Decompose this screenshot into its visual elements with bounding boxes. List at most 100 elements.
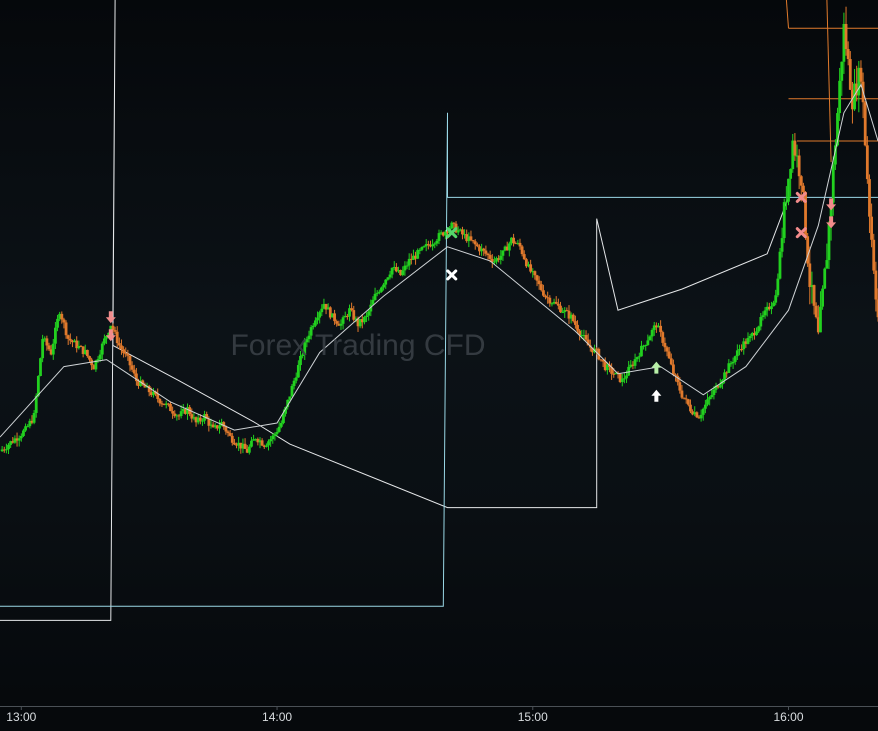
candle-body: [179, 411, 183, 417]
candle-body: [787, 178, 790, 202]
candle-body: [224, 426, 228, 432]
candle-body: [62, 319, 66, 323]
candle-body: [475, 244, 479, 247]
candle-body: [625, 375, 628, 379]
candle-body: [7, 444, 10, 450]
candle-body: [45, 338, 49, 346]
candle-body: [486, 253, 490, 256]
candle-body: [260, 440, 264, 446]
candle-body: [60, 313, 64, 320]
candle-body: [859, 67, 863, 82]
candle-body: [712, 389, 716, 396]
candle-body: [171, 411, 175, 414]
candle-body: [640, 345, 643, 357]
candle-body: [844, 23, 848, 49]
candle-body: [388, 274, 392, 278]
candle-body: [26, 426, 30, 428]
moving-average-line: [0, 83, 878, 438]
candle-body: [32, 412, 36, 423]
candle-body: [452, 222, 456, 224]
candle-body: [493, 261, 496, 263]
candle-body: [665, 347, 669, 352]
candlesticks: [0, 6, 878, 455]
candle-body: [484, 250, 488, 254]
candle-body: [198, 417, 202, 421]
candle-body: [22, 430, 25, 436]
moving-average: [0, 83, 878, 438]
candle-body: [821, 288, 824, 307]
candle-body: [290, 386, 294, 397]
candle-body: [793, 140, 797, 156]
candle-body: [158, 398, 162, 404]
candle-body: [19, 435, 23, 439]
channel-lines: [0, 0, 878, 621]
candle-body: [113, 330, 117, 332]
candle-body: [169, 404, 172, 412]
time-tick-label: 13:00: [6, 710, 36, 724]
candle-body: [273, 433, 277, 436]
candle-body: [103, 338, 106, 344]
candle-body: [437, 233, 441, 241]
candle-body: [755, 331, 758, 336]
candle-body: [350, 308, 354, 311]
candle-body: [761, 315, 765, 318]
candle-body: [667, 351, 671, 359]
candle-body: [456, 230, 460, 233]
candle-body: [635, 357, 639, 360]
candle-body: [271, 435, 275, 440]
candle-body: [128, 355, 132, 366]
candle-body: [247, 446, 251, 453]
candle-body: [51, 343, 55, 355]
candle-body: [501, 250, 505, 256]
candle-body: [789, 169, 793, 179]
candle-body: [848, 59, 852, 90]
candle-body: [708, 397, 712, 400]
close-x-icon: [446, 269, 458, 281]
candle-body: [644, 344, 648, 346]
time-axis-background: [0, 706, 878, 731]
candle-body: [776, 278, 780, 296]
candle-body: [156, 394, 160, 399]
channel-line-orange: [785, 0, 789, 29]
candle-body: [431, 244, 435, 247]
candle-body: [865, 145, 869, 180]
candle-body: [533, 271, 537, 276]
candle-body: [282, 413, 285, 424]
candle-body: [41, 339, 45, 359]
candle-body: [723, 372, 726, 381]
candle-body: [120, 345, 123, 350]
candle-body: [226, 431, 230, 434]
candle-body: [770, 306, 773, 310]
candle-body: [535, 275, 539, 281]
candle-body: [699, 414, 703, 419]
candle-body: [757, 326, 761, 332]
candle-body: [746, 338, 750, 344]
time-axis: 13:00 14:00 15:00 16:00: [0, 706, 878, 731]
candle-body: [748, 336, 752, 339]
candle-body: [669, 358, 673, 365]
candle-body: [228, 433, 232, 436]
candle-body: [812, 285, 816, 306]
candle-body: [689, 404, 692, 412]
watermark-text: Forex Trading CFD: [230, 329, 485, 362]
candle-body: [520, 246, 524, 255]
candle-body: [122, 349, 126, 354]
candle-body: [218, 425, 221, 429]
candle-body: [420, 247, 424, 250]
candle-body: [17, 438, 21, 441]
candle-body: [846, 48, 850, 60]
candle-body: [703, 404, 707, 409]
candle-body: [559, 305, 562, 313]
candle-body: [780, 238, 784, 252]
candle-body: [341, 317, 345, 324]
candle-body: [633, 359, 637, 366]
candle-body: [550, 303, 554, 305]
candle-body: [576, 324, 579, 331]
candle-body: [823, 268, 827, 289]
candle-body: [695, 412, 699, 418]
candle-body: [784, 201, 788, 203]
candle-body: [96, 359, 100, 361]
candle-body: [646, 340, 650, 345]
candle-body: [405, 265, 409, 267]
candle-body: [100, 343, 104, 355]
